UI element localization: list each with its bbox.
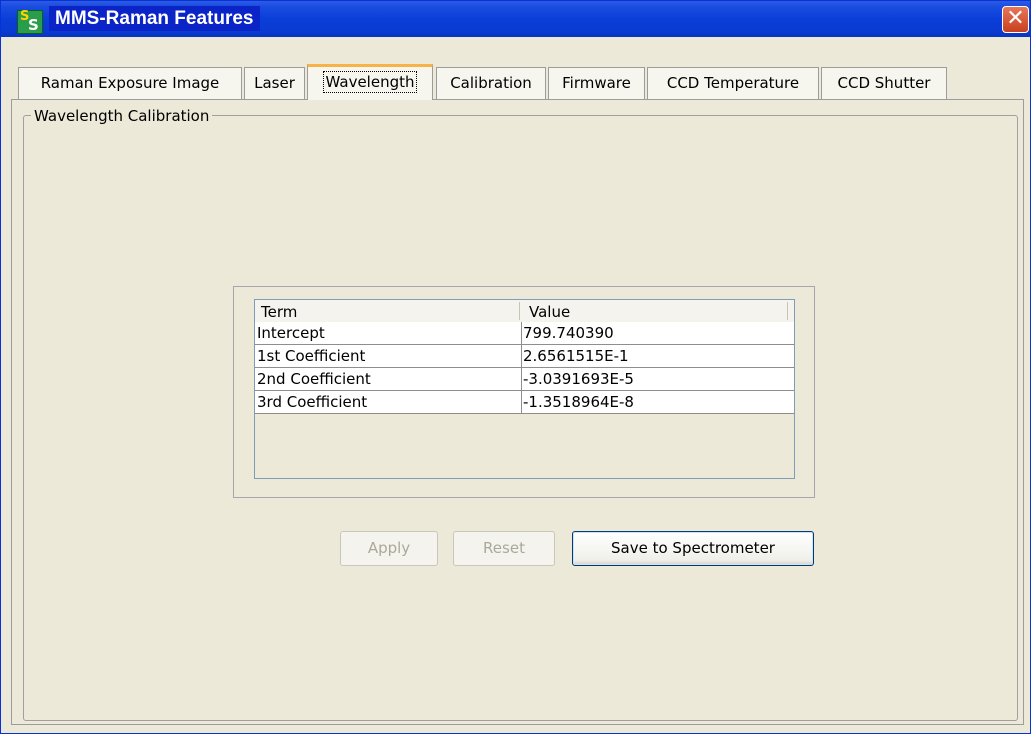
window-title: MMS-Raman Features bbox=[49, 6, 260, 31]
table-body: Intercept 799.740390 1st Coefficient 2.6… bbox=[255, 322, 794, 414]
table-header: Term Value bbox=[255, 300, 794, 323]
tab-label: Raman Exposure Image bbox=[40, 74, 220, 92]
term-cell[interactable]: 3rd Coefficient bbox=[255, 391, 522, 413]
tab-calibration[interactable]: Calibration bbox=[436, 67, 546, 99]
apply-button[interactable]: Apply bbox=[340, 531, 438, 566]
value-cell[interactable]: -1.3518964E-8 bbox=[521, 391, 793, 413]
tab-label: CCD Temperature bbox=[666, 74, 800, 92]
tab-label: Laser bbox=[254, 74, 295, 92]
value-cell[interactable]: 2.6561515E-1 bbox=[521, 345, 793, 367]
column-divider[interactable] bbox=[787, 302, 788, 320]
tab-firmware[interactable]: Firmware bbox=[548, 67, 645, 99]
title-bar[interactable]: S S MMS-Raman Features ✕ bbox=[1, 1, 1030, 37]
tab-ccd-temperature[interactable]: CCD Temperature bbox=[647, 67, 819, 99]
term-cell[interactable]: Intercept bbox=[255, 322, 522, 344]
main-window: S S MMS-Raman Features ✕ Raman Exposure … bbox=[0, 0, 1031, 734]
term-cell[interactable]: 1st Coefficient bbox=[255, 345, 522, 367]
tab-label: CCD Shutter bbox=[837, 74, 931, 92]
tab-label: Wavelength bbox=[322, 71, 418, 93]
tab-label: Firmware bbox=[562, 74, 631, 92]
column-divider[interactable] bbox=[519, 302, 520, 320]
table-row[interactable]: 3rd Coefficient -1.3518964E-8 bbox=[255, 391, 794, 414]
tab-label: Calibration bbox=[450, 74, 532, 92]
value-cell[interactable]: 799.740390 bbox=[521, 322, 793, 344]
app-logo-icon: S S bbox=[17, 9, 43, 34]
table-row[interactable]: Intercept 799.740390 bbox=[255, 322, 794, 345]
reset-button[interactable]: Reset bbox=[453, 531, 555, 566]
group-title: Wavelength Calibration bbox=[31, 106, 213, 126]
value-cell[interactable]: -3.0391693E-5 bbox=[521, 368, 793, 390]
column-header-term[interactable]: Term bbox=[261, 300, 297, 322]
close-icon[interactable]: ✕ bbox=[1002, 6, 1029, 33]
tab-ccd-shutter[interactable]: CCD Shutter bbox=[821, 67, 947, 99]
tab-raman-exposure-image[interactable]: Raman Exposure Image bbox=[18, 67, 242, 99]
calibration-table: Term Value Intercept 799.740390 1st Coef… bbox=[254, 299, 795, 479]
table-row[interactable]: 1st Coefficient 2.6561515E-1 bbox=[255, 345, 794, 368]
tab-wavelength[interactable]: Wavelength bbox=[307, 64, 433, 100]
term-cell[interactable]: 2nd Coefficient bbox=[255, 368, 522, 390]
table-row[interactable]: 2nd Coefficient -3.0391693E-5 bbox=[255, 368, 794, 391]
save-to-spectrometer-button[interactable]: Save to Spectrometer bbox=[572, 531, 814, 566]
app-logo-letter-2: S bbox=[28, 16, 39, 34]
tab-laser[interactable]: Laser bbox=[244, 67, 305, 99]
column-header-value[interactable]: Value bbox=[529, 300, 570, 322]
